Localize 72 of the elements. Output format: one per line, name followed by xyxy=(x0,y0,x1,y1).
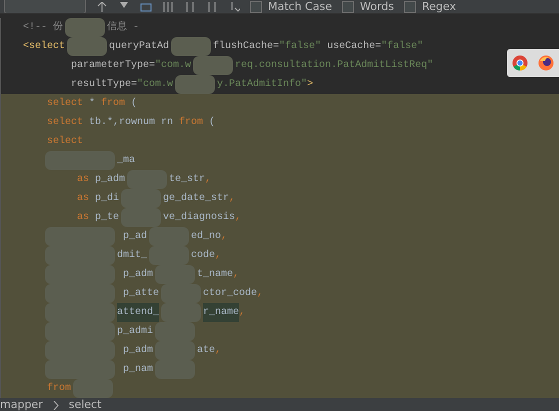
code-token: p_ad xyxy=(122,230,148,244)
code-token: p_atte xyxy=(122,287,160,301)
code-token: as xyxy=(76,173,90,187)
code-token: * xyxy=(88,96,96,111)
firefox-icon[interactable] xyxy=(538,55,554,71)
redaction-blur xyxy=(67,37,108,56)
redaction-blur xyxy=(193,56,234,75)
code-token: , xyxy=(257,287,264,301)
code-token: <!-- 份 xyxy=(23,20,64,35)
code-token: p_adm xyxy=(94,172,126,187)
redaction-blur xyxy=(171,37,212,56)
up-arrow-icon[interactable] xyxy=(96,2,108,12)
code-token: parameterType= xyxy=(70,59,156,73)
code-token: "false" xyxy=(381,40,424,54)
code-token: , xyxy=(215,249,222,263)
code-token: _ma xyxy=(117,154,136,168)
option-checkbox[interactable]: Match Case xyxy=(250,0,332,13)
code-token: resultType= xyxy=(70,78,138,92)
code-token: "com.w xyxy=(155,58,192,73)
code-token: useCache= xyxy=(326,40,382,54)
option-checkbox[interactable]: Regex xyxy=(404,0,456,13)
code-token: dmit_ xyxy=(117,248,148,263)
breadcrumb-item[interactable]: select xyxy=(68,398,102,411)
select-all-icon[interactable] xyxy=(140,2,152,12)
code-token: p_admi xyxy=(117,324,154,339)
breadcrumb-item[interactable]: mapper xyxy=(0,398,43,411)
option-checkbox[interactable]: Words xyxy=(342,0,394,13)
code-token: ate xyxy=(197,344,216,358)
code-token: p_adm xyxy=(122,344,154,358)
code-token: from xyxy=(179,116,204,130)
code-token: <select xyxy=(23,40,66,54)
code-token: , xyxy=(205,173,212,187)
code-token: select xyxy=(46,116,84,130)
code-token: ctor_code xyxy=(203,286,258,301)
code-token: > xyxy=(307,78,314,92)
code-token: "false" xyxy=(279,40,322,54)
code-token: "com.w xyxy=(137,78,174,92)
code-token: t_name xyxy=(197,268,234,282)
code-token: ge_date_str xyxy=(163,192,230,206)
highlighted-code: r_name xyxy=(203,303,240,322)
code-token: , xyxy=(235,211,242,225)
code-token: p_te xyxy=(94,211,120,225)
code-token: ( xyxy=(130,96,138,111)
code-token: te_str xyxy=(169,173,206,187)
code-token: queryPatAd xyxy=(109,40,170,54)
code-token: as xyxy=(76,192,90,206)
highlighted-code: attend_ xyxy=(117,303,160,322)
code-token: , xyxy=(215,344,222,358)
code-token: y.PatAdmitInfo" xyxy=(217,78,308,92)
code-token: select xyxy=(46,134,84,149)
code-token: ( xyxy=(208,116,216,130)
code-token: ve_diagnosis xyxy=(163,210,236,225)
code-token: p_adm xyxy=(122,268,154,282)
code-token: ed_no xyxy=(191,230,222,244)
code-token: code xyxy=(191,248,216,263)
code-token: tb.*,rownum rn xyxy=(88,116,174,130)
code-token: p_nam xyxy=(122,363,154,377)
chrome-icon[interactable] xyxy=(512,55,528,71)
redaction-blur xyxy=(65,18,106,37)
code-token: req.consultation.PatAdmitListReq" xyxy=(235,58,434,73)
code-token: from xyxy=(46,382,72,396)
chevron-icon xyxy=(52,401,59,410)
code-token: as xyxy=(76,211,90,225)
code-token: flushCache= xyxy=(213,40,280,54)
code-token: , xyxy=(221,230,228,244)
code-token: from xyxy=(101,96,126,111)
code-token: , xyxy=(239,306,246,320)
code-token: p_di xyxy=(94,192,120,206)
code-token: , xyxy=(229,192,236,206)
code-token: 信息 - xyxy=(107,20,140,35)
code-token: , xyxy=(233,268,240,282)
code-token: select xyxy=(46,96,84,111)
